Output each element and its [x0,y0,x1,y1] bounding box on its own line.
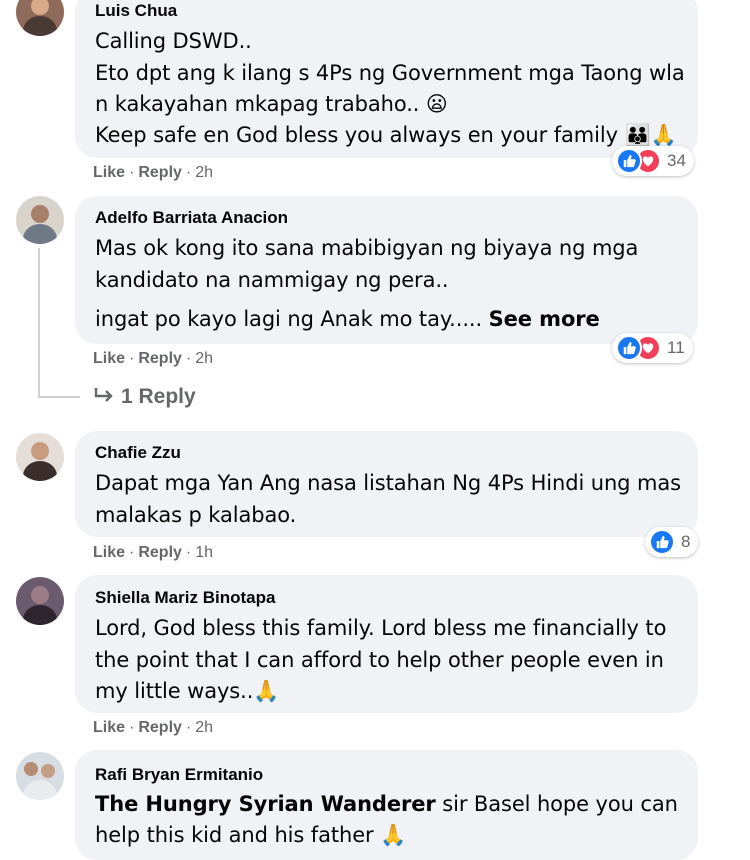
comment-actions: Like · Reply · 1h [93,544,214,561]
comment-author[interactable]: Luis Chua [95,1,177,21]
reaction-count: 8 [681,532,691,551]
comment-text-line: malakas p kalabao. [95,503,297,527]
replies-count-label[interactable]: 1 Reply [121,385,196,408]
reaction-summary[interactable]: 8 [645,527,699,557]
avatar[interactable] [16,433,64,481]
comment-text-line: the point that I can afford to help othe… [95,648,664,672]
reply-link[interactable]: Reply [138,350,182,367]
reply-arrow-icon [93,387,115,411]
like-link[interactable]: Like [93,719,125,736]
comment-text-line: ingat po kayo lagi ng Anak mo tay..... S… [95,307,600,331]
reply-link[interactable]: Reply [138,164,182,181]
comment-text-line: Eto dpt ang k ilang s 4Ps ng Government … [95,61,685,85]
like-link[interactable]: Like [93,544,125,561]
comment-bubble: Rafi Bryan Ermitanio The Hungry Syrian W… [75,750,698,860]
comment-text: ingat po kayo lagi ng Anak mo tay..... [95,307,483,331]
comment-bubble: Chafie Zzu Dapat mga Yan Ang nasa listah… [75,431,698,537]
comment-text-line: help this kid and his father 🙏 [95,823,407,847]
avatar[interactable] [16,752,64,800]
like-icon [616,335,642,361]
comment-text-line: Calling DSWD.. [95,29,252,53]
timestamp[interactable]: 2h [195,164,213,181]
view-replies-link[interactable]: 1 Reply [93,385,196,411]
reply-link[interactable]: Reply [138,544,182,561]
comment-text-line: Mas ok kong ito sana mabibigyan ng biyay… [95,236,639,260]
comment-text-line: my little ways..🙏 [95,679,280,703]
comment-author[interactable]: Adelfo Barriata Anacion [95,208,288,228]
thread-line [38,248,40,398]
like-icon [616,148,642,174]
mention-link[interactable]: The Hungry Syrian Wanderer [95,792,436,816]
like-link[interactable]: Like [93,350,125,367]
reaction-count: 11 [667,338,685,357]
comment-bubble: Luis Chua Calling DSWD.. Eto dpt ang k i… [75,0,698,158]
comment-text-line: Lord, God bless this family. Lord bless … [95,616,667,640]
like-icon [649,529,675,555]
see-more-link[interactable]: See more [489,307,600,331]
reaction-summary[interactable]: 11 [612,333,693,363]
timestamp[interactable]: 2h [195,350,213,367]
timestamp[interactable]: 1h [195,544,213,561]
avatar[interactable] [16,196,64,244]
comment-text-line: kandidato na nammigay ng pera.. [95,268,449,292]
comment-author[interactable]: Shiella Mariz Binotapa [95,588,275,608]
like-link[interactable]: Like [93,164,125,181]
comment-text-line: n kakayahan mkapag trabaho.. 😦 [95,92,448,116]
avatar[interactable] [16,577,64,625]
comment-text: sir Basel hope you can [435,792,678,816]
comment-actions: Like · Reply · 2h [93,719,214,736]
comment-actions: Like · Reply · 2h [93,164,214,181]
reaction-count: 34 [667,151,686,170]
timestamp[interactable]: 2h [195,719,213,736]
avatar[interactable] [16,0,64,36]
comment-author[interactable]: Chafie Zzu [95,443,181,463]
comment-text-line: Keep safe en God bless you always en you… [95,123,677,147]
comment-bubble: Adelfo Barriata Anacion Mas ok kong ito … [75,196,698,344]
comment-text-line: Dapat mga Yan Ang nasa listahan Ng 4Ps H… [95,471,681,495]
comment-author[interactable]: Rafi Bryan Ermitanio [95,765,263,785]
comment-bubble: Shiella Mariz Binotapa Lord, God bless t… [75,575,698,713]
reaction-summary[interactable]: 34 [612,146,694,176]
reply-link[interactable]: Reply [138,719,182,736]
comment-text-line: The Hungry Syrian Wanderer sir Basel hop… [95,792,678,816]
thread-line [38,396,80,398]
comment-actions: Like · Reply · 2h [93,350,214,367]
